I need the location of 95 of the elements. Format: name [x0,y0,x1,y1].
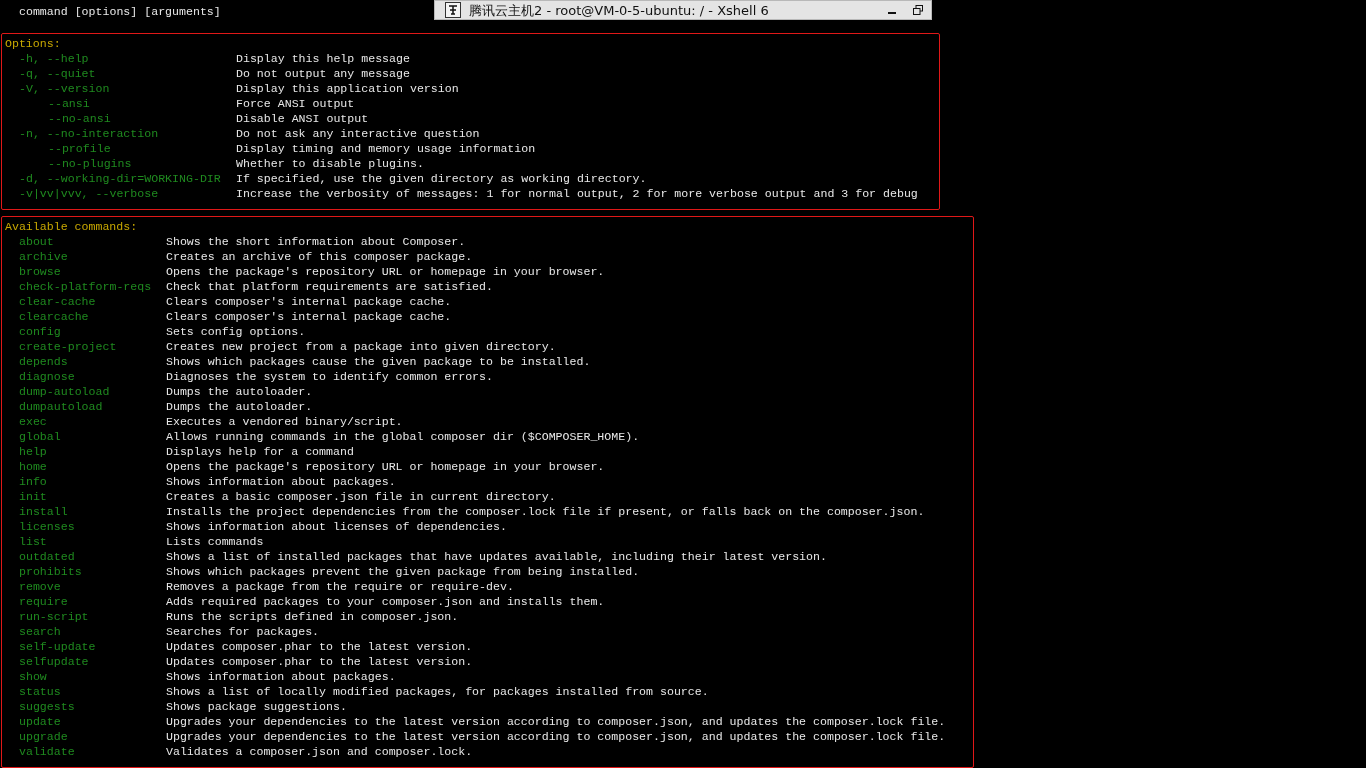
command-name: check-platform-reqs [19,279,152,294]
command-description: Shows which packages cause the given package to be installed. [166,354,591,369]
command-description: Updates composer.phar to the latest version. [166,654,473,669]
command-name: create-project [19,339,117,354]
command-name: upgrade [19,729,68,744]
command-name: help [19,444,47,459]
command-description: Opens the package's repository URL or homepage in your browser. [166,459,605,474]
command-description: Clears composer's internal package cache. [166,294,452,309]
command-name: config [19,324,61,339]
command-name: run-script [19,609,89,624]
command-description: Lists commands [166,534,264,549]
command-name: selfupdate [19,654,89,669]
command-name: clearcache [19,309,89,324]
command-name: search [19,624,61,639]
command-name: depends [19,354,68,369]
command-name: archive [19,249,68,264]
pin-icon[interactable] [445,2,461,18]
command-description: Adds required packages to your composer.json and installs them. [166,594,605,609]
option-name: -d, --working-dir=WORKING-DIR [19,171,221,186]
command-name: suggests [19,699,75,714]
command-description: Dumps the autoloader. [166,399,313,414]
command-name: info [19,474,47,489]
command-description: Upgrades your dependencies to the latest version according to composer.json, and updates the composer.lock file. [166,714,946,729]
option-description: Force ANSI output [236,96,355,111]
command-description: Displays help for a command [166,444,354,459]
section-heading: Options: [5,36,61,51]
option-name: --no-ansi [47,111,111,126]
command-name: install [19,504,68,519]
command-description: Shows information about packages. [166,474,396,489]
command-name: require [19,594,68,609]
command-description: Check that platform requirements are satisfied. [166,279,493,294]
command-name: browse [19,264,61,279]
command-description: Shows information about packages. [166,669,396,684]
option-name: --profile [47,141,111,156]
command-description: Sets config options. [166,324,306,339]
option-description: Disable ANSI output [236,111,369,126]
command-name: dump-autoload [19,384,110,399]
command-name: validate [19,744,75,759]
command-description: Installs the project dependencies from the composer.lock file if present, or falls back on the composer.json. [166,504,925,519]
command-name: home [19,459,47,474]
command-description: Upgrades your dependencies to the latest version according to composer.json, and updates the composer.lock file. [166,729,946,744]
command-name: clear-cache [19,294,96,309]
command-description: Creates a basic composer.json file in current directory. [166,489,556,504]
command-name: update [19,714,61,729]
option-description: Whether to disable plugins. [236,156,424,171]
command-description: Shows a list of locally modified packages, for packages installed from source. [166,684,709,699]
command-name: licenses [19,519,75,534]
option-name: -n, --no-interaction [19,126,159,141]
option-description: Display this help message [236,51,410,66]
command-description: Allows running commands in the global composer dir ($COMPOSER_HOME). [166,429,640,444]
command-name: status [19,684,61,699]
command-name: global [19,429,61,444]
command-description: Diagnoses the system to identify common errors. [166,369,493,384]
command-description: Searches for packages. [166,624,320,639]
option-name: -v|vv|vvv, --verbose [19,186,159,201]
option-name: -V, --version [19,81,110,96]
command-description: Runs the scripts defined in composer.json. [166,609,459,624]
command-name: prohibits [19,564,82,579]
option-name: --no-plugins [47,156,132,171]
command-description: Executes a vendored binary/script. [166,414,403,429]
command-description: Removes a package from the require or require-dev. [166,579,514,594]
command-name: outdated [19,549,75,564]
option-description: Display this application version [236,81,459,96]
option-description: Do not output any message [236,66,410,81]
command-name: exec [19,414,47,429]
command-name: diagnose [19,369,75,384]
command-description: Shows which packages prevent the given package from being installed. [166,564,640,579]
command-name: init [19,489,47,504]
command-name: remove [19,579,61,594]
option-description: Display timing and memory usage information [236,141,536,156]
command-description: Dumps the autoloader. [166,384,313,399]
section-heading: Available commands: [5,219,138,234]
command-description: Validates a composer.json and composer.lock. [166,744,473,759]
command-name: about [19,234,54,249]
option-description: Increase the verbosity of messages: 1 for normal output, 2 for more verbose output and 3 for debug [236,186,918,201]
command-description: Creates new project from a package into given directory. [166,339,556,354]
option-name: -h, --help [19,51,89,66]
command-description: Creates an archive of this composer package. [166,249,473,264]
option-description: Do not ask any interactive question [236,126,480,141]
option-description: If specified, use the given directory as working directory. [236,171,647,186]
command-name: self-update [19,639,96,654]
command-description: Opens the package's repository URL or homepage in your browser. [166,264,605,279]
command-name: show [19,669,47,684]
command-description: Shows package suggestions. [166,699,347,714]
command-description: Shows the short information about Composer. [166,234,466,249]
command-usage: command [options] [arguments] [19,4,221,19]
option-name: --ansi [47,96,90,111]
command-description: Clears composer's internal package cache. [166,309,452,324]
command-description: Updates composer.phar to the latest version. [166,639,473,654]
option-name: -q, --quiet [19,66,96,81]
command-name: dumpautoload [19,399,103,414]
command-description: Shows information about licenses of dependencies. [166,519,507,534]
window-title: 腾讯云主机2 - root@VM-0-5-ubuntu: / - Xshell 6 [469,2,770,18]
command-name: list [19,534,47,549]
command-description: Shows a list of installed packages that have updates available, including their latest version. [166,549,827,564]
